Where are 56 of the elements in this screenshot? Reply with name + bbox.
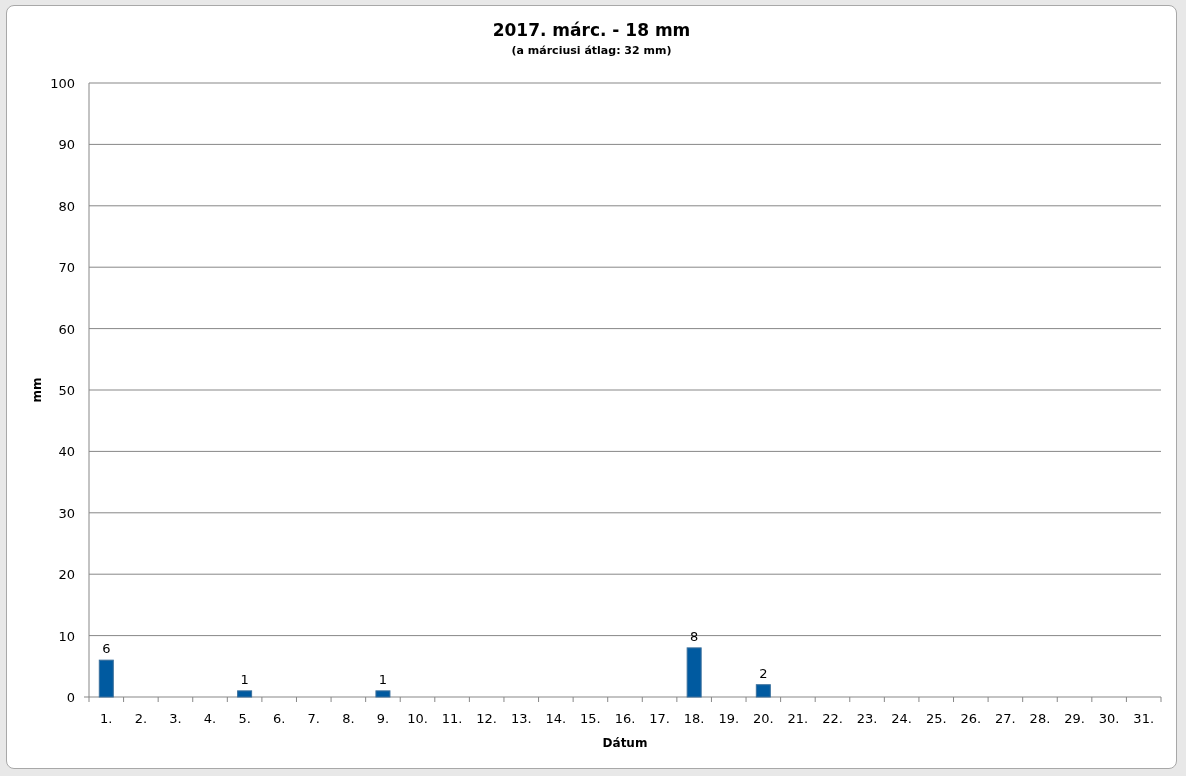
chart-subtitle: (a márciusi átlag: 32 mm) [511,44,672,57]
x-tick-label: 15. [580,711,601,726]
x-tick-label: 12. [476,711,497,726]
y-tick-label: 10 [58,628,75,644]
x-tick-label: 5. [238,711,251,726]
bar [375,690,391,698]
x-tick-label: 17. [649,711,670,726]
bar [686,647,702,698]
y-tick-label: 20 [58,567,75,583]
x-tick-label: 28. [1029,711,1051,726]
x-tick-label: 25. [925,711,947,726]
x-tick-label: 2. [134,711,148,726]
x-tick-label: 14. [545,711,567,726]
x-tick-label: 26. [960,711,982,726]
y-tick-label: 30 [58,505,75,521]
x-tick-label: 13. [510,711,532,726]
x-tick-label: 18. [683,711,705,726]
x-tick-label: 4. [203,711,217,726]
x-tick-label: 19. [718,711,740,726]
x-tick-label: 8. [342,711,355,726]
x-tick-label: 20. [753,711,774,726]
bar [98,659,114,698]
x-tick-label: 27. [995,711,1016,726]
x-tick-label: 11. [441,711,463,726]
x-tick-label: 22. [822,711,843,726]
x-tick-label: 24. [891,711,912,726]
y-tick-label: 80 [58,198,75,214]
x-tick-label: 1. [100,711,113,726]
x-axis-title: Dátum [602,736,648,750]
data-label: 1 [378,671,388,687]
y-tick-label: 90 [58,137,75,153]
x-tick-label: 7. [307,711,320,726]
x-tick-label: 29. [1064,711,1085,726]
bar [755,684,771,698]
y-tick-label: 50 [58,383,75,398]
chart-title: 2017. márc. - 18 mm [492,20,691,40]
x-tick-label: 10. [407,711,428,726]
data-label: 8 [690,628,699,644]
data-label: 1 [240,671,249,687]
x-tick-label: 6. [273,711,286,726]
data-label: 6 [102,641,111,657]
y-tick-label: 0 [66,690,75,705]
x-tick-label: 9. [376,711,390,726]
x-tick-label: 3. [169,711,182,726]
y-tick-label: 100 [50,76,75,91]
y-axis-title: mm [30,377,44,403]
data-label: 2 [759,665,768,681]
x-tick-label: 30. [1098,711,1120,726]
y-tick-label: 60 [58,321,75,337]
x-tick-label: 21. [787,711,809,726]
y-tick-label: 40 [58,444,75,460]
x-tick-label: 16. [614,711,636,726]
y-tick-label: 70 [58,260,75,276]
x-tick-label: 31. [1133,711,1155,726]
x-tick-label: 23. [856,711,878,726]
bar [237,690,253,698]
